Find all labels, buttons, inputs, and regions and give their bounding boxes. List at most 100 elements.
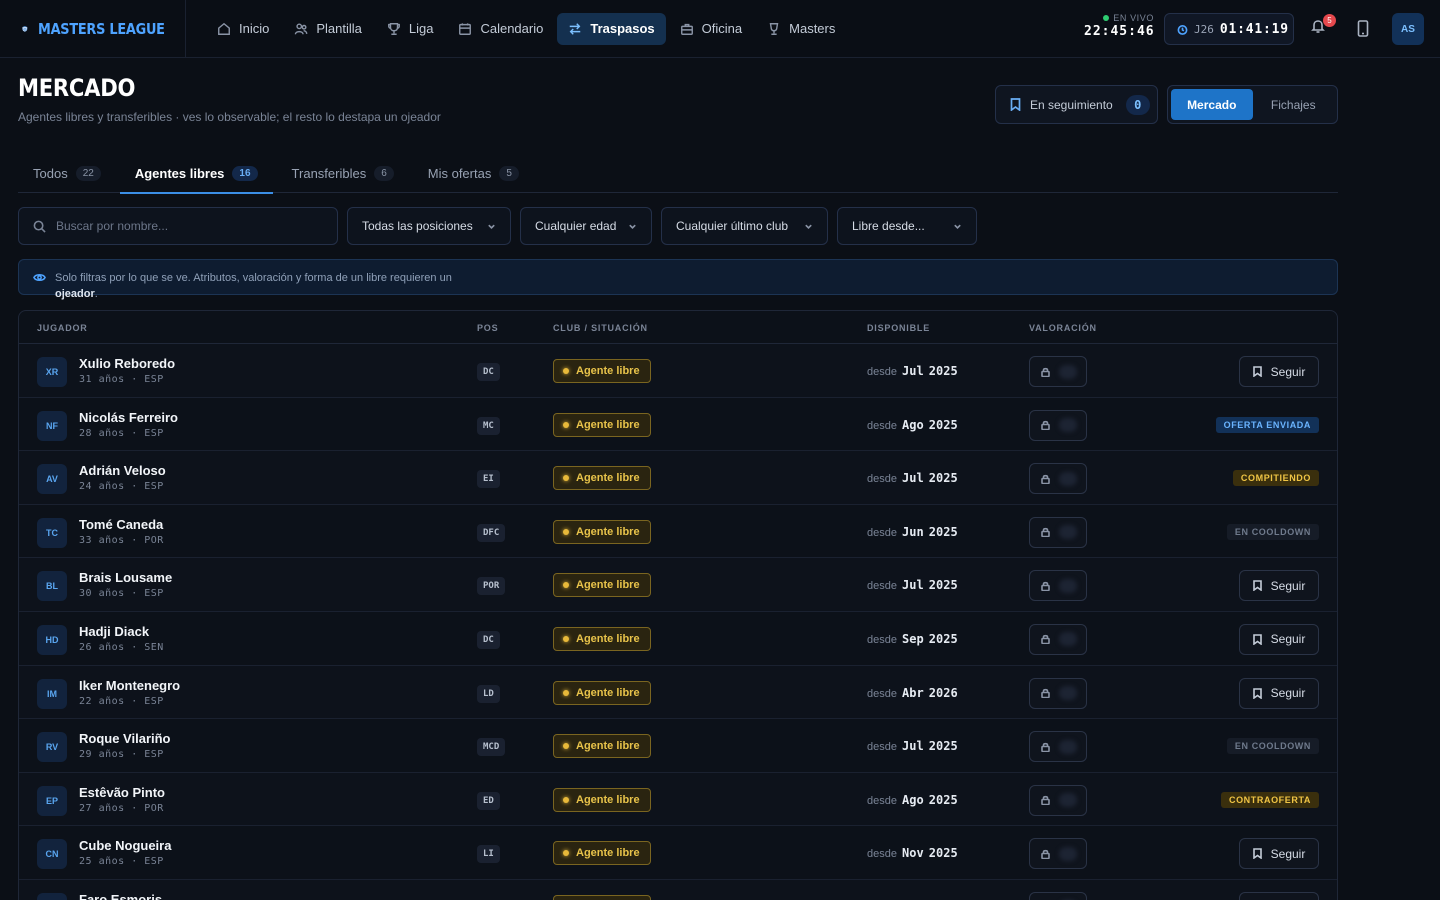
locked-rating[interactable] <box>1029 516 1087 548</box>
nav-item-traspasos[interactable]: Traspasos <box>557 12 666 45</box>
timer-icon <box>1177 24 1188 35</box>
table-row[interactable]: RV Roque Vilariño 29 años · ESP MCD Agen… <box>19 719 1337 773</box>
locked-rating[interactable] <box>1029 731 1087 763</box>
locked-rating[interactable] <box>1029 784 1087 816</box>
position-filter[interactable]: Todas las posiciones <box>347 207 511 245</box>
locked-rating[interactable] <box>1029 570 1087 602</box>
nav-item-calendario[interactable]: Calendario <box>447 13 554 45</box>
table-row[interactable]: CN Cube Nogueira 25 años · ESP LI Agente… <box>19 826 1337 880</box>
player-name[interactable]: Estêvão Pinto <box>79 785 165 800</box>
watchlist-count: 0 <box>1125 94 1150 115</box>
table-row[interactable]: BL Brais Lousame 30 años · ESP POR Agent… <box>19 558 1337 612</box>
nav-item-plantilla[interactable]: Plantilla <box>283 13 373 45</box>
tab-agentes-libres[interactable]: Agentes libres 16 <box>119 153 273 194</box>
since-label: desde <box>867 366 897 378</box>
player-meta: 33 años · POR <box>79 534 164 546</box>
locked-rating[interactable] <box>1029 409 1087 441</box>
follow-player-button[interactable]: Seguir <box>1239 356 1319 387</box>
player-name[interactable]: Adrián Veloso <box>79 463 166 478</box>
player-meta: 26 años · SEN <box>79 641 164 653</box>
player-name[interactable]: Brais Lousame <box>79 570 172 585</box>
available-date: desde Nov 2025 <box>867 846 958 860</box>
follow-label: Seguir <box>1270 578 1306 593</box>
player-meta: 30 años · ESP <box>79 588 164 600</box>
notifications-button[interactable]: 5 <box>1310 14 1336 40</box>
follow-player-button[interactable]: Seguir <box>1239 623 1319 655</box>
follow-player-button[interactable]: Seguir <box>1239 677 1319 709</box>
nav-item-liga[interactable]: Liga <box>376 13 445 45</box>
locked-rating[interactable] <box>1029 677 1087 709</box>
player-name[interactable]: Iker Montenegro <box>79 678 180 693</box>
market-toggle-button[interactable]: Mercado <box>1171 89 1253 120</box>
tab-transferibles[interactable]: Transferibles 6 <box>277 153 409 193</box>
age-unit: años <box>98 695 125 707</box>
follow-player-button[interactable]: Seguir <box>1239 570 1319 602</box>
follow-player-button[interactable]: Seguir <box>1239 891 1319 900</box>
matchday-timer[interactable]: J26 01:41:19 <box>1164 13 1294 45</box>
position-badge: MC <box>477 416 500 435</box>
player-avatar: NF <box>37 410 67 441</box>
tab-mis-ofertas[interactable]: Mis ofertas 5 <box>413 153 534 193</box>
status-dot-icon <box>563 796 569 803</box>
player-avatar: IM <box>37 678 67 709</box>
user-avatar[interactable]: AS <box>1392 13 1424 45</box>
status-label: Agente libre <box>576 365 640 377</box>
table-row[interactable]: FE Faro Esmoris Agente libre Seguir <box>19 879 1337 900</box>
offer-status-badge: EN COOLDOWN <box>1226 523 1319 540</box>
shield-logo-icon <box>22 25 28 32</box>
nav-item-oficina[interactable]: Oficina <box>669 13 753 45</box>
locked-rating[interactable] <box>1029 356 1087 387</box>
header-rating: VALORACIÓN <box>1029 323 1097 333</box>
signings-toggle-button[interactable]: Fichajes <box>1253 89 1335 120</box>
nav-item-inicio[interactable]: Inicio <box>206 13 280 45</box>
age-filter[interactable]: Cualquier edad <box>520 207 652 245</box>
offer-status-badge: COMPITIENDO <box>1232 470 1319 487</box>
watchlist-label: En seguimiento <box>1030 97 1113 112</box>
brand[interactable]: MASTERS LEAGUE <box>0 0 186 58</box>
table-row[interactable]: AV Adrián Veloso 24 años · ESP EI Agente… <box>19 451 1337 505</box>
view-toggle: Mercado Fichajes <box>1167 85 1338 124</box>
available-year: 2026 <box>928 685 958 700</box>
phone-icon <box>1357 20 1369 37</box>
locked-rating[interactable] <box>1029 891 1087 900</box>
player-name[interactable]: Nicolás Ferreiro <box>79 410 178 425</box>
player-country: POR <box>144 802 164 814</box>
locked-rating[interactable] <box>1029 623 1087 655</box>
table-row[interactable]: IM Iker Montenegro 22 años · ESP LD Agen… <box>19 665 1337 720</box>
tab-count: 6 <box>374 165 394 181</box>
table-row[interactable]: TC Tomé Caneda 33 años · POR DFC Agente … <box>19 505 1337 559</box>
player-age: 27 <box>79 802 93 814</box>
table-row[interactable]: XR Xulio Reboredo 31 años · ESP DC Agent… <box>19 344 1337 398</box>
tab-count: 22 <box>75 165 101 181</box>
player-name[interactable]: Roque Vilariño <box>79 731 171 746</box>
player-name[interactable]: Hadji Diack <box>79 624 149 639</box>
player-name[interactable]: Xulio Reboredo <box>79 356 175 371</box>
phone-button[interactable] <box>1356 20 1370 42</box>
table-row[interactable]: NF Nicolás Ferreiro 28 años · ESP MC Age… <box>19 398 1337 452</box>
available-month: Jul <box>902 364 924 378</box>
watchlist-button[interactable]: En seguimiento 0 <box>995 85 1158 124</box>
eye-icon <box>33 273 46 282</box>
available-month: Abr <box>902 685 924 700</box>
search-input[interactable] <box>56 219 316 233</box>
tab-todos[interactable]: Todos 22 <box>18 153 116 193</box>
nav-item-masters[interactable]: Masters <box>756 13 846 45</box>
age-unit: años <box>98 588 125 600</box>
age-unit: años <box>98 856 125 868</box>
locked-rating[interactable] <box>1029 463 1087 495</box>
player-country: ESP <box>144 695 164 707</box>
nav-label: Traspasos <box>590 21 655 36</box>
age-unit: años <box>98 427 125 439</box>
table-row[interactable]: EP Estêvão Pinto 27 años · POR ED Agente… <box>19 772 1337 827</box>
last-club-filter[interactable]: Cualquier último club <box>661 207 828 245</box>
player-name[interactable]: Tomé Caneda <box>79 517 163 532</box>
player-name[interactable]: Faro Esmoris <box>79 892 162 900</box>
nav-label: Calendario <box>480 21 544 36</box>
player-name[interactable]: Cube Nogueira <box>79 838 171 853</box>
locked-rating[interactable] <box>1029 838 1087 870</box>
table-row[interactable]: HD Hadji Diack 26 años · SEN DC Agente l… <box>19 612 1337 666</box>
follow-player-button[interactable]: Seguir <box>1239 838 1319 870</box>
free-since-filter[interactable]: Libre desde... <box>837 207 977 245</box>
age-unit: años <box>98 481 125 493</box>
player-age: 33 <box>79 534 93 546</box>
